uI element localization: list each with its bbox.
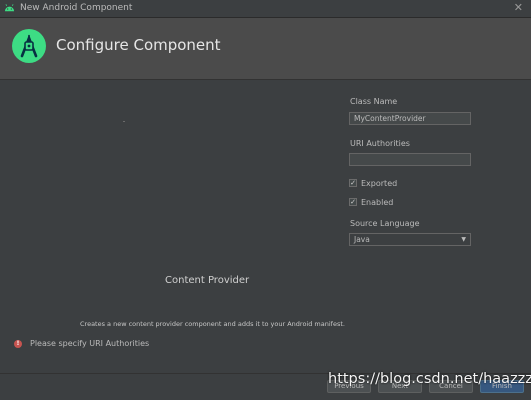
error-icon: ! xyxy=(14,340,22,348)
error-text: Please specify URI Authorities xyxy=(30,339,150,348)
source-language-value: Java xyxy=(354,235,370,244)
class-name-field[interactable] xyxy=(349,112,471,125)
exported-checkbox[interactable]: ✓ xyxy=(349,179,357,187)
watermark: https://blog.csdn.net/haazzz xyxy=(328,371,531,387)
window-title: New Android Component xyxy=(20,3,133,13)
exported-label: Exported xyxy=(361,179,398,188)
chevron-down-icon: ▼ xyxy=(461,236,466,243)
wizard-header: Configure Component xyxy=(0,18,531,80)
source-language-label: Source Language xyxy=(350,219,420,228)
class-name-label: Class Name xyxy=(350,97,398,106)
close-icon[interactable]: ✕ xyxy=(514,1,523,14)
enabled-checkbox[interactable]: ✓ xyxy=(349,198,357,206)
page-title: Configure Component xyxy=(56,36,221,54)
android-studio-logo-icon xyxy=(12,29,46,63)
source-language-select[interactable]: Java ▼ xyxy=(349,233,471,246)
preview-image xyxy=(123,121,125,122)
component-name: Content Provider xyxy=(165,275,250,286)
component-description: Creates a new content provider component… xyxy=(80,320,345,328)
android-icon xyxy=(4,4,15,12)
uri-authorities-label: URI Authorities xyxy=(350,139,410,148)
enabled-label: Enabled xyxy=(361,198,394,207)
uri-authorities-field[interactable] xyxy=(349,153,471,166)
title-bar: New Android Component ✕ xyxy=(0,0,531,18)
